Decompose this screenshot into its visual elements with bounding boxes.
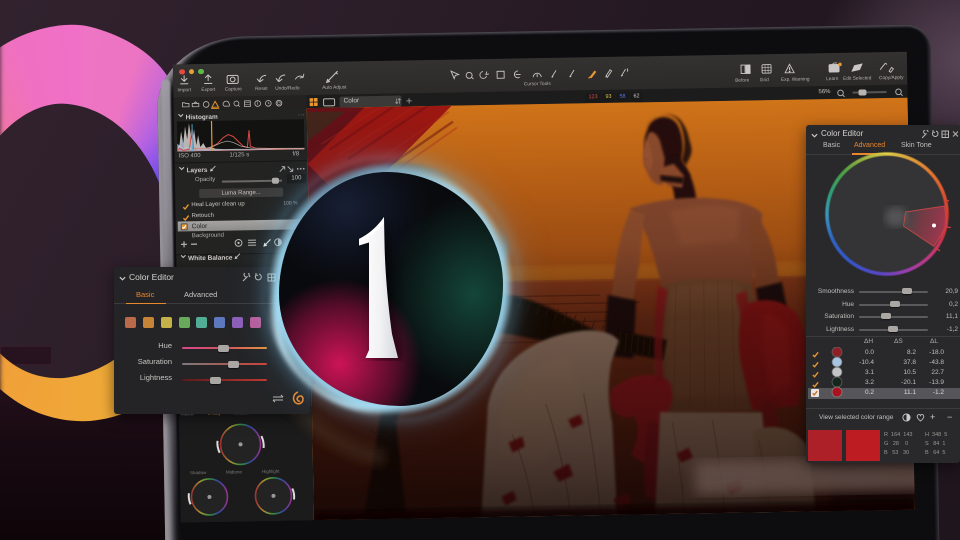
svg-text:Midtone: Midtone — [226, 469, 243, 474]
svg-text:Shadow: Shadow — [190, 470, 207, 475]
